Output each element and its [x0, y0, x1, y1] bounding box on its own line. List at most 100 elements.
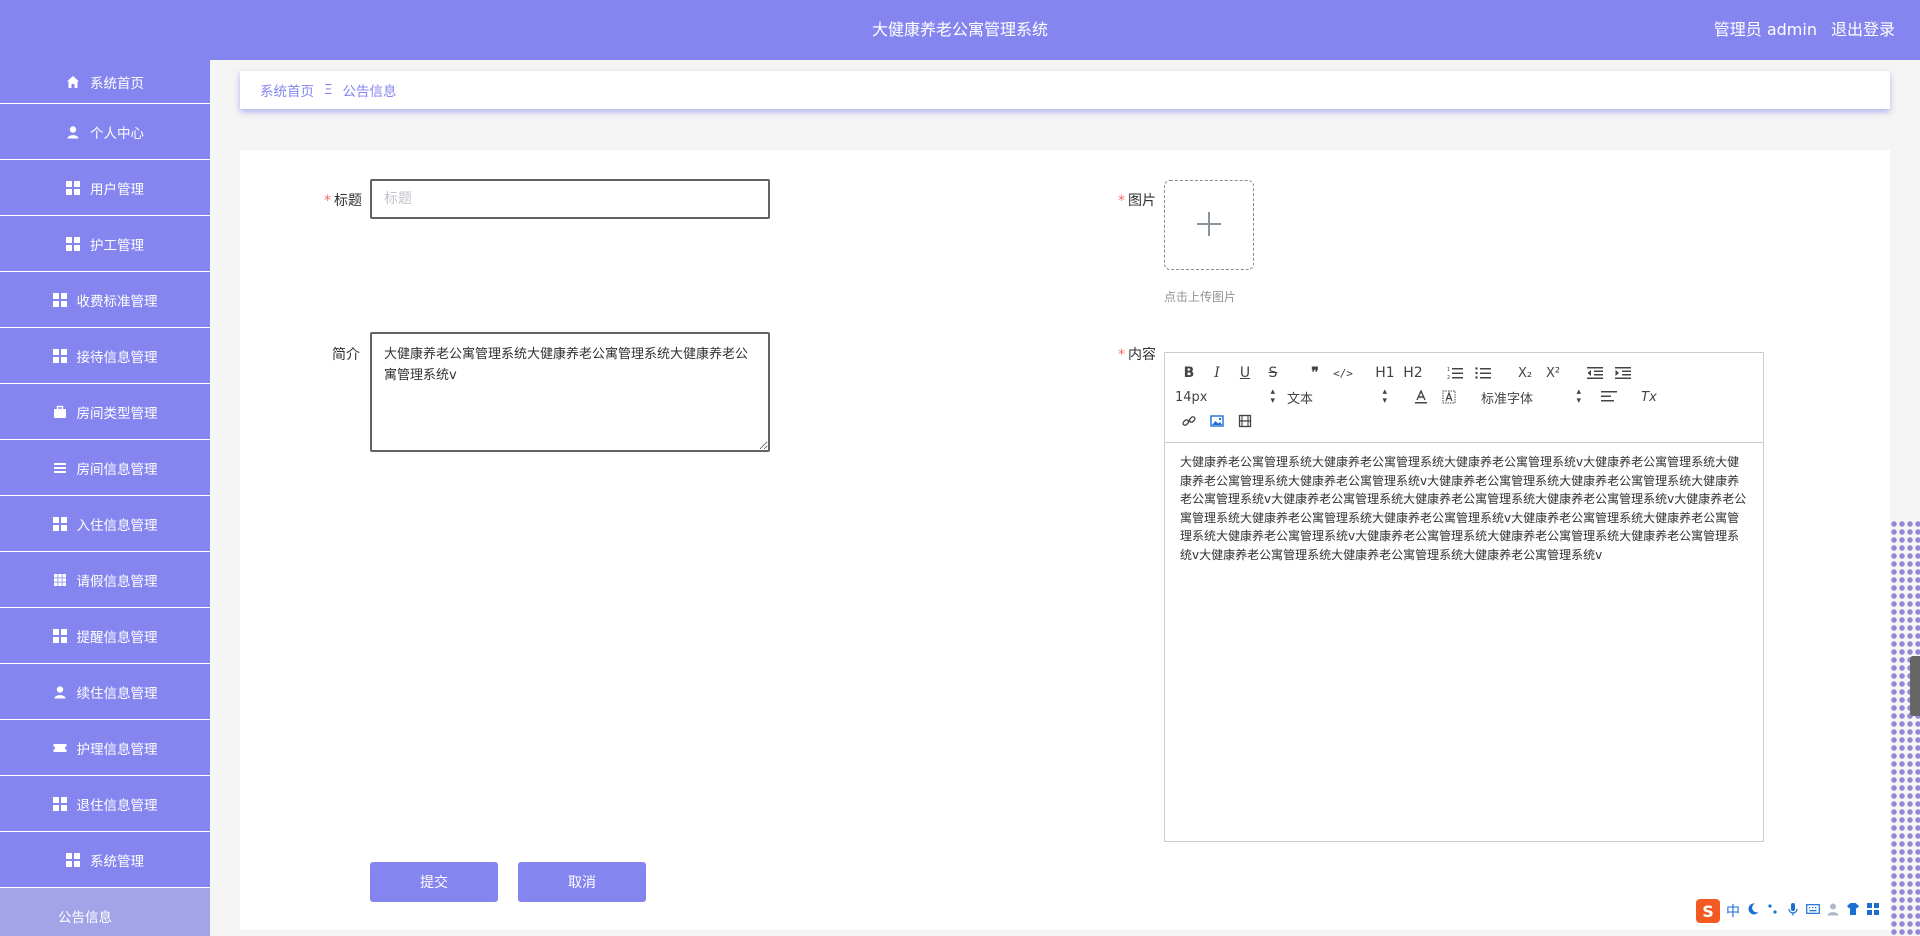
- editor-content[interactable]: 大健康养老公寓管理系统大健康养老公寓管理系统大健康养老公寓管理系统v大健康养老公…: [1165, 443, 1763, 574]
- sidebar-item-label: 个人中心: [90, 125, 144, 142]
- app-title: 大健康养老公寓管理系统: [871, 20, 1048, 39]
- ordered-list-icon[interactable]: 12: [1441, 361, 1469, 385]
- microphone-icon[interactable]: [1786, 902, 1800, 920]
- breadcrumb-separator-icon: Ξ: [324, 82, 333, 98]
- sidebar-item-fee-standards[interactable]: 收费标准管理: [0, 272, 210, 328]
- image-upload-button[interactable]: [1164, 180, 1254, 270]
- cancel-button[interactable]: 取消: [518, 862, 646, 902]
- title-label: * 标题: [324, 193, 362, 209]
- grid-icon: [66, 180, 80, 195]
- user-label: 管理员 admin: [1713, 20, 1817, 39]
- briefcase-icon: [53, 405, 67, 419]
- sidebar-item-reception[interactable]: 接待信息管理: [0, 328, 210, 384]
- subscript-button[interactable]: X₂: [1511, 361, 1539, 385]
- user-icon: [53, 685, 67, 699]
- bold-button[interactable]: B: [1175, 361, 1203, 385]
- punctuation-icon[interactable]: [1766, 902, 1780, 920]
- sidebar-item-caregivers[interactable]: 护工管理: [0, 216, 210, 272]
- toolbox-icon[interactable]: [1866, 902, 1880, 920]
- sidebar-subitem-label: 公告信息: [58, 910, 112, 926]
- sidebar-subitem-announcements[interactable]: 公告信息: [0, 888, 210, 936]
- moon-icon[interactable]: [1746, 902, 1760, 920]
- sidebar-item-leave[interactable]: 请假信息管理: [0, 552, 210, 608]
- clear-format-button[interactable]: Tx: [1635, 385, 1663, 409]
- user-area: 管理员 admin 退出登录: [1714, 0, 1895, 60]
- submit-button[interactable]: 提交: [370, 862, 498, 902]
- title-input[interactable]: [370, 179, 770, 219]
- top-bar: 大健康养老公寓管理系统 管理员 admin 退出登录: [0, 0, 1920, 60]
- ime-language-label[interactable]: 中: [1726, 901, 1740, 921]
- editor-toolbar: B I U S ❞ </> H1 H2 12 X₂ X² 14px ▴ ▾ 文本…: [1165, 353, 1763, 443]
- indent-icon[interactable]: [1609, 361, 1637, 385]
- sidebar-item-label: 房间类型管理: [76, 405, 158, 422]
- keyboard-icon[interactable]: [1806, 902, 1820, 920]
- intro-textarea[interactable]: [370, 332, 770, 452]
- italic-button[interactable]: I: [1203, 361, 1231, 385]
- font-size-select[interactable]: 14px ▴ ▾: [1175, 385, 1275, 409]
- sidebar-item-label: 提醒信息管理: [76, 629, 158, 646]
- sidebar-item-label: 入住信息管理: [76, 517, 158, 534]
- underline-button[interactable]: U: [1231, 361, 1259, 385]
- video-icon[interactable]: [1231, 409, 1259, 433]
- sidebar-item-system[interactable]: 系统管理: [0, 832, 210, 888]
- sidebar-item-room-types[interactable]: 房间类型管理: [0, 384, 210, 440]
- outdent-icon[interactable]: [1581, 361, 1609, 385]
- sidebar-item-label: 护工管理: [90, 237, 144, 254]
- plus-icon: [1195, 205, 1223, 245]
- grid-icon: [66, 236, 80, 251]
- sidebar-item-reminders[interactable]: 提醒信息管理: [0, 608, 210, 664]
- h1-button[interactable]: H1: [1371, 361, 1399, 385]
- link-icon[interactable]: [1175, 409, 1203, 433]
- sidebar-item-label: 系统首页: [90, 75, 144, 92]
- home-icon: [66, 75, 80, 89]
- sidebar-item-nursing[interactable]: 护理信息管理: [0, 720, 210, 776]
- side-tab-handle[interactable]: [1910, 656, 1920, 716]
- header-select[interactable]: 文本 ▴ ▾: [1287, 385, 1387, 409]
- sidebar-item-checkin[interactable]: 入住信息管理: [0, 496, 210, 552]
- select-arrows-icon: ▴ ▾: [1270, 387, 1275, 406]
- upload-tip: 点击上传图片: [1164, 290, 1237, 304]
- sidebar-item-label: 接待信息管理: [76, 349, 158, 366]
- code-block-button[interactable]: </>: [1329, 361, 1357, 385]
- sogou-logo-icon[interactable]: S: [1696, 899, 1720, 923]
- sidebar-item-personal-center[interactable]: 个人中心: [0, 104, 210, 160]
- sidebar-item-checkout[interactable]: 退住信息管理: [0, 776, 210, 832]
- ticket-icon: [53, 741, 67, 755]
- sidebar-item-users[interactable]: 用户管理: [0, 160, 210, 216]
- sidebar-item-home[interactable]: 系统首页: [0, 60, 210, 104]
- breadcrumb-home[interactable]: 系统首页: [260, 80, 314, 100]
- svg-text:1: 1: [1447, 367, 1450, 373]
- grid-icon: [52, 796, 67, 811]
- h2-button[interactable]: H2: [1399, 361, 1427, 385]
- user-center-icon[interactable]: [1826, 902, 1840, 920]
- breadcrumb: 系统首页 Ξ 公告信息: [240, 71, 1890, 109]
- table-icon: [53, 573, 67, 587]
- decorative-dots: [1890, 520, 1920, 936]
- skin-icon[interactable]: [1846, 902, 1860, 920]
- list-icon: [53, 461, 67, 475]
- font-family-select[interactable]: 标准字体 ▴ ▾: [1481, 385, 1581, 409]
- bullet-list-icon[interactable]: [1469, 361, 1497, 385]
- rich-text-editor: B I U S ❞ </> H1 H2 12 X₂ X² 14px ▴ ▾ 文本…: [1164, 352, 1764, 842]
- grid-icon: [52, 516, 67, 531]
- sidebar-item-label: 退住信息管理: [76, 797, 158, 814]
- toolbar-row-1: B I U S ❞ </> H1 H2 12 X₂ X²: [1175, 361, 1753, 385]
- sidebar-item-extend-stay[interactable]: 续住信息管理: [0, 664, 210, 720]
- superscript-button[interactable]: X²: [1539, 361, 1567, 385]
- font-color-icon[interactable]: [1407, 385, 1435, 409]
- blockquote-button[interactable]: ❞: [1301, 361, 1329, 385]
- svg-text:2: 2: [1447, 375, 1450, 380]
- strike-button[interactable]: S: [1259, 361, 1287, 385]
- align-icon[interactable]: [1595, 385, 1623, 409]
- image-icon[interactable]: [1203, 409, 1231, 433]
- sidebar: 系统首页 个人中心 用户管理 护工管理 收费标准管理 接待信息管理 房间类型管理…: [0, 60, 210, 936]
- grid-icon: [52, 628, 67, 643]
- select-arrows-icon: ▴ ▾: [1382, 387, 1387, 406]
- toolbar-row-2: 14px ▴ ▾ 文本 ▴ ▾ 标准字体 ▴ ▾ Tx: [1175, 385, 1753, 409]
- logout-link[interactable]: 退出登录: [1831, 0, 1895, 60]
- sidebar-item-label: 收费标准管理: [76, 293, 158, 310]
- sidebar-item-rooms[interactable]: 房间信息管理: [0, 440, 210, 496]
- sidebar-item-label: 房间信息管理: [76, 461, 158, 478]
- background-color-icon[interactable]: [1435, 385, 1463, 409]
- sidebar-item-label: 系统管理: [90, 853, 144, 870]
